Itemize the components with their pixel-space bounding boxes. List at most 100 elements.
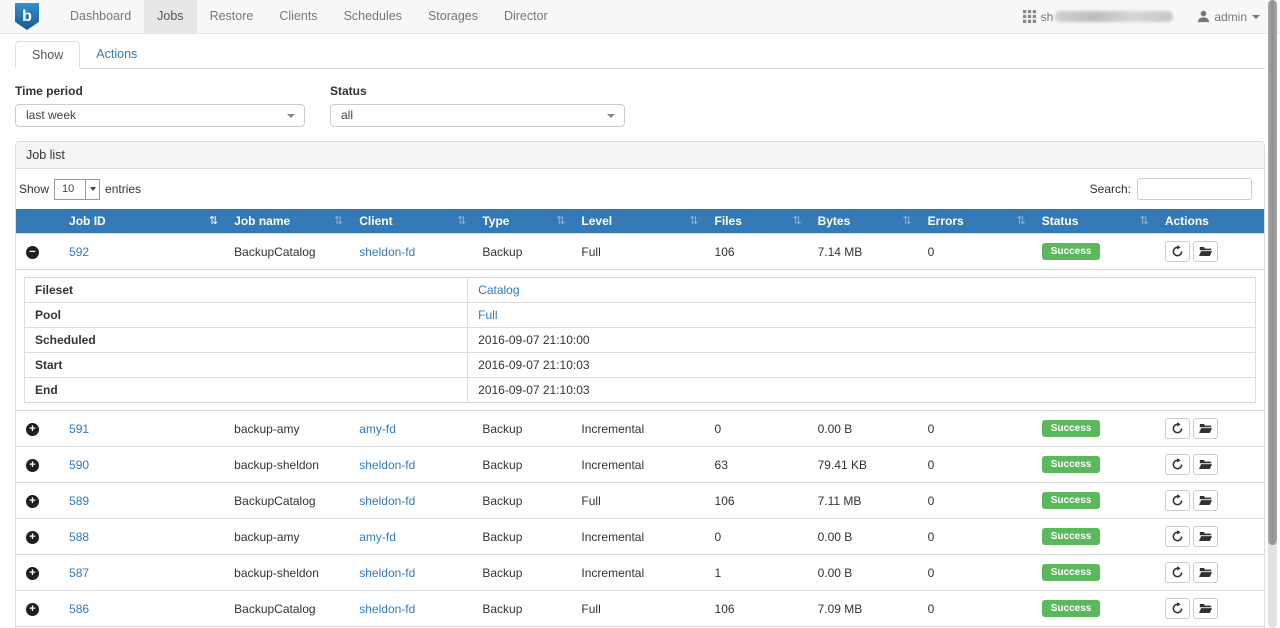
tab-show[interactable]: Show xyxy=(15,41,80,69)
expand-row-icon[interactable]: + xyxy=(26,459,39,472)
rerun-job-button[interactable] xyxy=(1165,418,1190,439)
files-cell: 106 xyxy=(707,234,810,270)
panel-body: Show 10 entries Search: Job ID⇅Job name⇅… xyxy=(16,169,1264,628)
status-label: Status xyxy=(330,84,625,98)
expand-row-icon[interactable]: + xyxy=(26,495,39,508)
job-id-link[interactable]: 589 xyxy=(69,494,89,508)
search-input[interactable] xyxy=(1137,178,1252,200)
bareos-brand[interactable]: b xyxy=(15,0,39,33)
detail-value-link[interactable]: Full xyxy=(478,308,497,322)
nav-item-restore[interactable]: Restore xyxy=(197,0,267,33)
restore-browse-button[interactable] xyxy=(1193,526,1218,547)
detail-label: End xyxy=(25,378,468,403)
actions-cell xyxy=(1157,234,1264,270)
column-header-job-id[interactable]: Job ID⇅ xyxy=(61,209,226,234)
restore-browse-button[interactable] xyxy=(1193,598,1218,619)
nav-item-schedules[interactable]: Schedules xyxy=(331,0,415,33)
collapse-row-icon[interactable]: − xyxy=(26,246,39,259)
expand-row-icon[interactable]: + xyxy=(26,423,39,436)
rerun-icon xyxy=(1171,602,1184,615)
nav-item-storages[interactable]: Storages xyxy=(415,0,491,33)
status-badge: Success xyxy=(1042,420,1101,437)
actions-cell xyxy=(1157,483,1264,519)
expand-cell: + xyxy=(16,411,61,447)
rerun-job-button[interactable] xyxy=(1165,526,1190,547)
table-controls: Show 10 entries Search: xyxy=(16,178,1264,209)
job-id-link[interactable]: 592 xyxy=(69,245,89,259)
job-id-link[interactable]: 586 xyxy=(69,602,89,616)
job-name-cell: backup-amy xyxy=(226,519,351,555)
scrollbar-thumb[interactable] xyxy=(1268,0,1277,545)
rerun-job-button[interactable] xyxy=(1165,454,1190,475)
rerun-job-button[interactable] xyxy=(1165,241,1190,262)
job-id-link[interactable]: 591 xyxy=(69,422,89,436)
level-cell: Incremental xyxy=(573,555,706,591)
nav-item-director[interactable]: Director xyxy=(491,0,561,33)
client-link[interactable]: sheldon-fd xyxy=(359,566,415,580)
restore-browse-button[interactable] xyxy=(1193,562,1218,583)
client-cell: sheldon-fd xyxy=(351,483,474,519)
client-link[interactable]: sheldon-fd xyxy=(359,458,415,472)
job-id-link[interactable]: 587 xyxy=(69,566,89,580)
client-link[interactable]: sheldon-fd xyxy=(359,494,415,508)
restore-browse-button[interactable] xyxy=(1193,241,1218,262)
client-cell: sheldon-fd xyxy=(351,447,474,483)
show-label: Show xyxy=(19,182,49,196)
entries-select[interactable]: 10 xyxy=(54,179,100,200)
client-link[interactable]: sheldon-fd xyxy=(359,245,415,259)
job-id-cell: 588 xyxy=(61,519,226,555)
rerun-job-button[interactable] xyxy=(1165,598,1190,619)
rerun-job-button[interactable] xyxy=(1165,490,1190,511)
job-name-cell: BackupCatalog xyxy=(226,234,351,270)
detail-row: PoolFull xyxy=(25,303,1256,328)
expand-row-icon[interactable]: + xyxy=(26,603,39,616)
tab-actions[interactable]: Actions xyxy=(80,41,153,69)
sort-icon: ⇅ xyxy=(902,214,911,227)
column-header-status[interactable]: Status⇅ xyxy=(1034,209,1157,234)
expand-row-icon[interactable]: + xyxy=(26,567,39,580)
nav-item-jobs[interactable]: Jobs xyxy=(144,0,196,33)
client-link[interactable]: amy-fd xyxy=(359,530,396,544)
nav-item-clients[interactable]: Clients xyxy=(266,0,330,33)
column-label: Job ID xyxy=(69,214,106,228)
column-header-bytes[interactable]: Bytes⇅ xyxy=(810,209,920,234)
nav-item-dashboard[interactable]: Dashboard xyxy=(57,0,144,33)
time-period-select[interactable]: last week xyxy=(15,104,305,127)
vertical-scrollbar[interactable] xyxy=(1268,0,1277,628)
column-header-errors[interactable]: Errors⇅ xyxy=(920,209,1034,234)
restore-browse-button[interactable] xyxy=(1193,490,1218,511)
restore-browse-button[interactable] xyxy=(1193,418,1218,439)
folder-icon xyxy=(1199,246,1212,257)
column-header-client[interactable]: Client⇅ xyxy=(351,209,474,234)
column-label: Errors xyxy=(928,214,964,228)
search-control: Search: xyxy=(1090,178,1252,200)
type-cell: Backup xyxy=(474,483,573,519)
user-menu[interactable]: admin xyxy=(1197,10,1260,24)
level-cell: Incremental xyxy=(573,519,706,555)
navbar-right: sh admin xyxy=(1023,0,1260,33)
status-select[interactable]: all xyxy=(330,104,625,127)
detail-value: 2016-09-07 21:10:03 xyxy=(468,378,1256,403)
client-link[interactable]: sheldon-fd xyxy=(359,602,415,616)
bytes-cell: 0.00 B xyxy=(810,519,920,555)
type-cell: Backup xyxy=(474,447,573,483)
column-header-files[interactable]: Files⇅ xyxy=(707,209,810,234)
bareos-logo-icon: b xyxy=(15,3,39,30)
column-header-level[interactable]: Level⇅ xyxy=(573,209,706,234)
rerun-job-button[interactable] xyxy=(1165,562,1190,583)
restore-browse-button[interactable] xyxy=(1193,454,1218,475)
job-id-link[interactable]: 590 xyxy=(69,458,89,472)
job-name-cell: backup-amy xyxy=(226,411,351,447)
expand-cell: + xyxy=(16,483,61,519)
expand-row-icon[interactable]: + xyxy=(26,531,39,544)
job-row: −592BackupCatalogsheldon-fdBackupFull106… xyxy=(16,234,1264,270)
sort-icon: ⇅ xyxy=(792,214,801,227)
job-table: Job ID⇅Job name⇅Client⇅Type⇅Level⇅Files⇅… xyxy=(16,209,1264,628)
job-id-cell: 592 xyxy=(61,234,226,270)
column-header-type[interactable]: Type⇅ xyxy=(474,209,573,234)
job-id-link[interactable]: 588 xyxy=(69,530,89,544)
status-badge: Success xyxy=(1042,492,1101,509)
column-header-job-name[interactable]: Job name⇅ xyxy=(226,209,351,234)
detail-value-link[interactable]: Catalog xyxy=(478,283,519,297)
client-link[interactable]: amy-fd xyxy=(359,422,396,436)
